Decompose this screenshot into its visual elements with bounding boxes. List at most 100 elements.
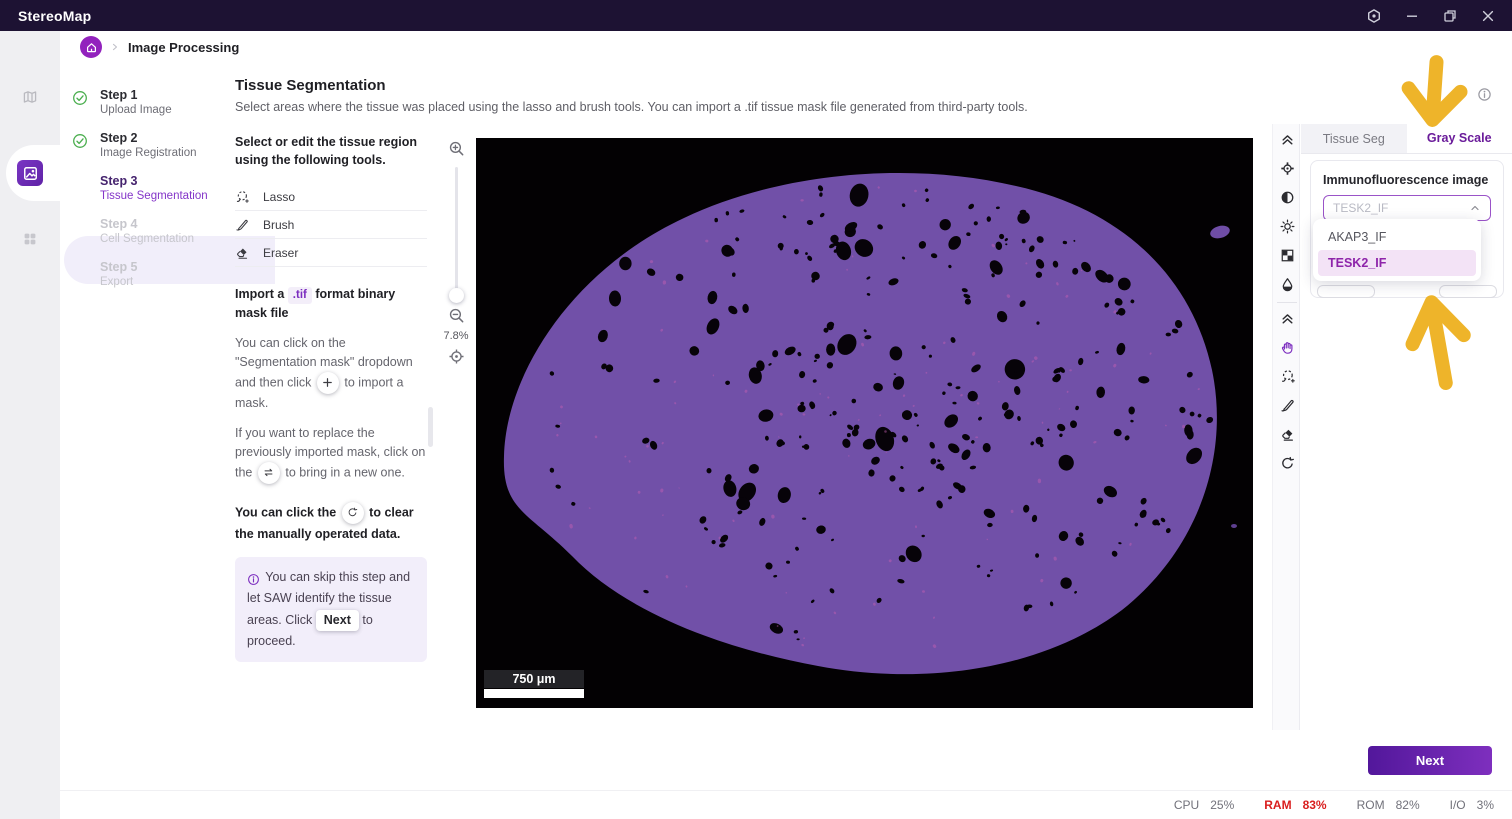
immunofluorescence-label: Immunofluorescence image <box>1323 173 1489 187</box>
collapse-group-button[interactable] <box>1273 127 1301 151</box>
map-icon <box>22 89 38 105</box>
reset-button[interactable] <box>1273 451 1301 475</box>
ghost-input-left <box>1317 285 1375 298</box>
tissue-image <box>476 138 1253 708</box>
scale-bar: 750 μm <box>484 670 584 698</box>
hand-icon <box>1280 340 1295 355</box>
image-viewer-canvas[interactable]: 750 μm <box>476 138 1253 708</box>
dropdown-value: TESK2_IF <box>1333 201 1389 215</box>
page-info-button[interactable] <box>1477 87 1492 102</box>
step-item-1[interactable]: Step 1 Upload Image <box>72 88 212 116</box>
saturation-button[interactable] <box>1273 272 1301 296</box>
adjust-icon <box>1280 161 1295 176</box>
zoom-controls: 7.8% <box>443 140 469 365</box>
lasso-tool-button[interactable] <box>1273 364 1301 388</box>
collapse-group-2-button[interactable] <box>1273 306 1301 330</box>
zoom-slider-handle[interactable] <box>448 288 464 303</box>
locate-center-icon[interactable] <box>448 348 465 365</box>
step-title: Step 4 <box>100 217 138 231</box>
lasso-icon <box>1280 369 1295 384</box>
status-bar: CPU 25% RAM 83% ROM 82% I/O 3% <box>60 790 1512 819</box>
zoom-in-icon[interactable] <box>448 140 465 157</box>
window-close-icon[interactable] <box>1474 4 1502 28</box>
ram-stat: RAM 83% <box>1264 798 1326 812</box>
check-circle-icon <box>72 133 88 149</box>
clear-data-line: You can click the to clear the manually … <box>235 501 427 545</box>
home-button[interactable] <box>80 36 102 58</box>
import-heading-pre: Import a <box>235 287 285 302</box>
eraser-label: Eraser <box>263 245 299 260</box>
brush-tool-button[interactable] <box>1273 393 1301 417</box>
step-subtitle: Image Registration <box>100 147 197 159</box>
step-item-5: Step 5 Export <box>72 260 212 288</box>
pan-tool-button[interactable] <box>1273 335 1301 359</box>
zoom-percentage: 7.8% <box>443 330 469 342</box>
ghost-input-right <box>1439 285 1497 298</box>
swap-icon <box>263 467 274 478</box>
window-controls <box>1360 0 1502 31</box>
page-title: Tissue Segmentation <box>235 77 386 94</box>
dropdown-option-tesk2[interactable]: TESK2_IF <box>1318 250 1476 276</box>
checkerboard-button[interactable] <box>1273 243 1301 267</box>
contrast-button[interactable] <box>1273 185 1301 209</box>
window-minimize-icon[interactable] <box>1398 4 1426 28</box>
reset-icon <box>347 507 358 518</box>
swap-chip <box>257 461 280 484</box>
rom-value: 82% <box>1395 798 1420 812</box>
rail-apps-tool[interactable] <box>0 217 60 261</box>
scale-bar-label: 750 μm <box>484 670 584 688</box>
eraser-tool-row[interactable]: Eraser <box>235 239 427 268</box>
step-item-3[interactable]: Step 3 Tissue Segmentation <box>72 174 212 202</box>
step-subtitle: Tissue Segmentation <box>100 190 208 202</box>
grid-icon <box>22 231 38 247</box>
settings-gear-icon[interactable] <box>1360 4 1388 28</box>
zoom-out-icon[interactable] <box>448 307 465 324</box>
if-image-dropdown[interactable]: TESK2_IF <box>1323 195 1491 221</box>
step-title: Step 1 <box>100 88 138 102</box>
titlebar: StereoMap <box>0 0 1512 31</box>
brush-tool-row[interactable]: Brush <box>235 211 427 240</box>
adjust-button[interactable] <box>1273 156 1301 180</box>
rom-stat: ROM 82% <box>1357 798 1420 812</box>
reset-chip <box>341 501 364 524</box>
brush-icon <box>1280 398 1295 413</box>
brush-label: Brush <box>263 217 295 232</box>
import-mask-heading: Import a .tif format binary mask file <box>235 285 427 322</box>
step-title: Step 2 <box>100 131 138 145</box>
replace-paragraph: If you want to replace the previously im… <box>235 424 427 484</box>
zoom-slider[interactable] <box>448 167 464 303</box>
tab-gray-scale[interactable]: Gray Scale <box>1406 124 1512 153</box>
eraser-tool-button[interactable] <box>1273 422 1301 446</box>
double-chevron-up-icon <box>1280 132 1295 147</box>
page-subtitle: Select areas where the tissue was placed… <box>235 100 1028 114</box>
tab-tissue-seg[interactable]: Tissue Seg <box>1301 124 1407 153</box>
brightness-icon <box>1280 219 1295 234</box>
step-subtitle: Upload Image <box>100 104 172 116</box>
rail-map-tool[interactable] <box>0 75 60 119</box>
plus-icon <box>322 377 333 388</box>
replace-paragraph-text2: to bring in a new one. <box>285 465 405 480</box>
window-restore-icon[interactable] <box>1436 4 1464 28</box>
toolbar-divider <box>1277 302 1297 303</box>
left-rail <box>0 31 64 819</box>
dropdown-option-akap3[interactable]: AKAP3_IF <box>1318 224 1476 250</box>
next-button[interactable]: Next <box>1368 746 1492 775</box>
image-icon <box>22 165 39 182</box>
step-subtitle: Export <box>100 276 134 288</box>
step-item-2[interactable]: Step 2 Image Registration <box>72 131 212 159</box>
edit-tools-heading: Select or edit the tissue region using t… <box>235 135 417 168</box>
brightness-button[interactable] <box>1273 214 1301 238</box>
cpu-label: CPU <box>1173 798 1200 812</box>
right-panel-tabs: Tissue Seg Gray Scale <box>1301 124 1512 154</box>
checkerboard-icon <box>1280 248 1295 263</box>
tif-badge: .tif <box>287 287 312 304</box>
panel-resize-handle[interactable] <box>428 407 433 447</box>
io-value: 3% <box>1476 798 1494 812</box>
lasso-tool-row[interactable]: Lasso <box>235 183 427 212</box>
skip-info-box: You can skip this step and let SAW ident… <box>235 557 427 663</box>
rail-image-processing-tool[interactable] <box>17 160 43 186</box>
scale-bar-line <box>484 689 584 698</box>
chevron-right-icon <box>109 41 121 53</box>
info-icon <box>1477 87 1492 102</box>
eraser-icon <box>235 246 249 260</box>
